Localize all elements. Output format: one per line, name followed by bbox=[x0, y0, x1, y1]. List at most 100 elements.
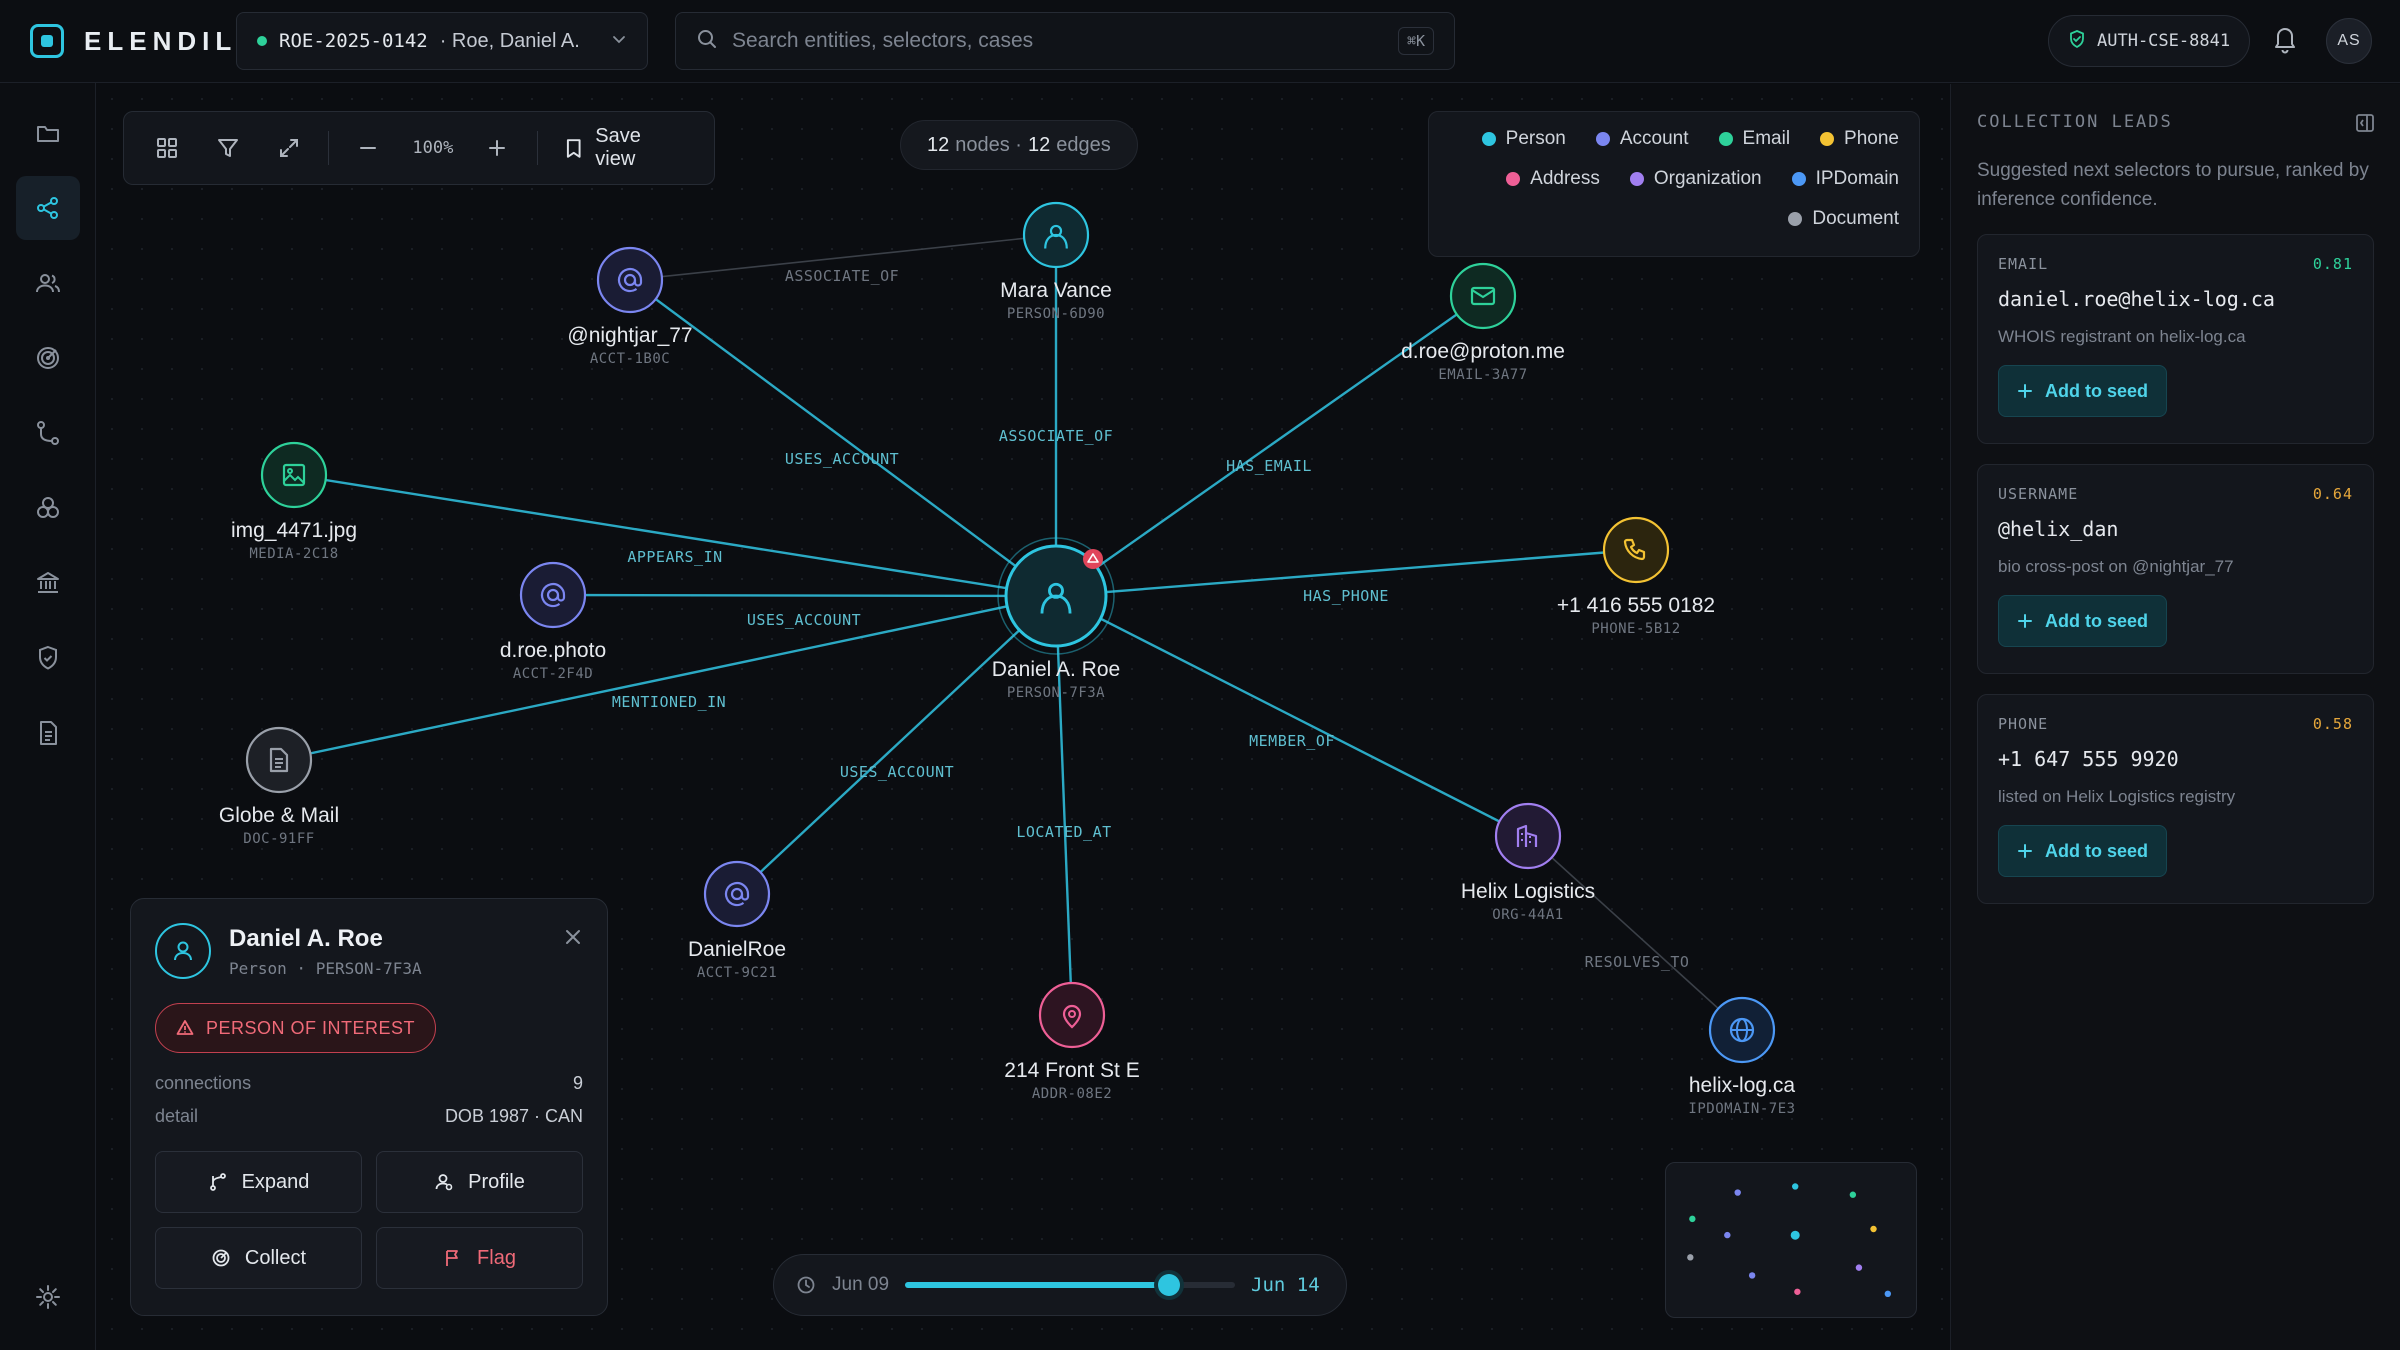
entity-card: Daniel A. Roe Person · PERSON-7F3A PERSO… bbox=[130, 898, 608, 1316]
graph-edge[interactable] bbox=[293, 473, 1057, 598]
timeline-handle[interactable] bbox=[1158, 1274, 1181, 1296]
lead-note: WHOIS registrant on helix-log.ca bbox=[1998, 327, 2246, 346]
top-bar: ELENDIL ROE-2025-0142 · Roe, Daniel A. ⌘… bbox=[0, 0, 2400, 83]
collection-leads-panel: COLLECTION LEADS Suggested next selector… bbox=[1950, 84, 2400, 1350]
user-icon bbox=[435, 1174, 453, 1191]
graph-node[interactable] bbox=[260, 441, 328, 509]
brand[interactable]: ELENDIL bbox=[30, 24, 237, 58]
user-avatar[interactable]: AS bbox=[2326, 18, 2372, 64]
case-id: ROE-2025-0142 bbox=[279, 30, 428, 52]
panel-collapse-icon[interactable] bbox=[2354, 112, 2376, 139]
brand-logo-icon bbox=[30, 24, 64, 58]
case-selector[interactable]: ROE-2025-0142 · Roe, Daniel A. bbox=[236, 12, 648, 70]
legend-item-document[interactable]: Document bbox=[1788, 206, 1899, 232]
lead-score: 0.81 bbox=[2312, 255, 2353, 273]
fit-view-button[interactable] bbox=[261, 123, 316, 173]
rail-settings[interactable] bbox=[16, 1265, 80, 1329]
rail-graph[interactable] bbox=[16, 176, 80, 240]
graph-node[interactable] bbox=[1602, 516, 1670, 584]
search-input[interactable] bbox=[732, 29, 1384, 53]
legend-item-phone[interactable]: Phone bbox=[1820, 126, 1899, 152]
node-body bbox=[260, 441, 328, 509]
graph-node[interactable] bbox=[519, 561, 587, 629]
legend-item-ipdomain[interactable]: IPDomain bbox=[1791, 166, 1899, 192]
collect-button[interactable]: Collect bbox=[155, 1227, 362, 1289]
people-icon bbox=[36, 274, 60, 293]
minimap-node bbox=[1724, 1231, 1731, 1239]
save-view-button[interactable]: Save view bbox=[550, 123, 698, 173]
graph-edge[interactable] bbox=[1527, 835, 1743, 1031]
edge-label: MEMBER_OF bbox=[1249, 732, 1335, 750]
minimap[interactable] bbox=[1665, 1162, 1917, 1318]
notifications-bell-icon[interactable] bbox=[2272, 24, 2298, 59]
node-label: img_4471.jpg MEDIA-2C18 bbox=[231, 519, 357, 562]
add-to-seed-button[interactable]: Add to seed bbox=[1998, 365, 2168, 417]
bookmark-icon bbox=[566, 139, 581, 158]
lead-card: PHONE 0.58 +1 647 555 9920 listed on Hel… bbox=[1977, 694, 2374, 904]
graph-edge[interactable] bbox=[278, 594, 1057, 762]
rail-targets[interactable] bbox=[16, 326, 80, 390]
timeline-track[interactable] bbox=[905, 1274, 1236, 1296]
node-label: d.roe.photo ACCT-2F4D bbox=[500, 639, 606, 682]
close-icon[interactable] bbox=[563, 927, 583, 953]
graph-node[interactable] bbox=[596, 246, 664, 314]
case-subject: · Roe, Daniel A. bbox=[439, 29, 580, 52]
expand-button[interactable]: Expand bbox=[155, 1151, 362, 1213]
graph-node[interactable] bbox=[997, 537, 1115, 655]
node-id: IPDOMAIN-7E3 bbox=[1688, 1101, 1796, 1117]
graph-edge[interactable] bbox=[1055, 594, 1529, 838]
profile-button[interactable]: Profile bbox=[376, 1151, 583, 1213]
graph-edge[interactable] bbox=[736, 595, 1057, 895]
rail-clusters[interactable] bbox=[16, 476, 80, 540]
legend-item-organization[interactable]: Organization bbox=[1629, 166, 1762, 192]
node-name: img_4471.jpg bbox=[230, 519, 358, 542]
zoom-in-button[interactable] bbox=[470, 123, 525, 173]
edge-label: HAS_PHONE bbox=[1303, 587, 1389, 605]
layout-button[interactable] bbox=[140, 123, 195, 173]
rail-security[interactable] bbox=[16, 626, 80, 690]
timeline-slider: Jun 09 Jun 14 bbox=[773, 1254, 1347, 1316]
graph-node[interactable] bbox=[1022, 201, 1090, 269]
graph-node[interactable] bbox=[1038, 981, 1106, 1049]
entity-name: Daniel A. Roe bbox=[229, 924, 383, 952]
legend-item-account[interactable]: Account bbox=[1595, 126, 1689, 152]
flag-button[interactable]: Flag bbox=[376, 1227, 583, 1289]
left-rail bbox=[0, 83, 96, 1350]
search-shortcut: ⌘K bbox=[1397, 27, 1434, 55]
node-name: d.roe.photo bbox=[499, 639, 607, 662]
rail-finance[interactable] bbox=[16, 551, 80, 615]
graph-node[interactable] bbox=[703, 860, 771, 928]
timeline-start: Jun 09 bbox=[832, 1274, 890, 1295]
graph-node[interactable] bbox=[245, 726, 313, 794]
document-icon bbox=[40, 721, 57, 745]
graph-edge[interactable] bbox=[552, 593, 1057, 598]
graph-node[interactable] bbox=[1708, 996, 1776, 1064]
edge-label: LOCATED_AT bbox=[1016, 823, 1112, 841]
legend-label: IPDomain bbox=[1815, 168, 1899, 189]
rail-reports[interactable] bbox=[16, 701, 80, 765]
edge-label: APPEARS_IN bbox=[627, 548, 723, 566]
legend-label: Email bbox=[1742, 128, 1791, 149]
legend-item-person[interactable]: Person bbox=[1481, 126, 1566, 152]
graph-node[interactable] bbox=[1494, 802, 1562, 870]
lead-card: USERNAME 0.64 @helix_dan bio cross-post … bbox=[1977, 464, 2374, 674]
graph-canvas[interactable]: ASSOCIATE_OF ASSOCIATE_OF USES_ACCOUNT HAS_… bbox=[97, 84, 1950, 1350]
graph-node[interactable] bbox=[1449, 262, 1517, 330]
lead-value: daniel.roe@helix-log.ca bbox=[1998, 287, 2275, 311]
rail-people[interactable] bbox=[16, 251, 80, 315]
add-to-seed-button[interactable]: Add to seed bbox=[1998, 825, 2168, 877]
add-to-seed-label: Add to seed bbox=[2045, 610, 2149, 631]
lead-type: PHONE bbox=[1998, 715, 2049, 733]
filter-button[interactable] bbox=[201, 123, 256, 173]
rail-routes[interactable] bbox=[16, 401, 80, 465]
search-icon bbox=[696, 28, 718, 55]
legend-item-email[interactable]: Email bbox=[1718, 126, 1791, 152]
plus-icon bbox=[2018, 614, 2032, 628]
auth-badge[interactable]: AUTH-CSE-8841 bbox=[2048, 15, 2250, 67]
legend-item-address[interactable]: Address bbox=[1506, 166, 1600, 192]
zoom-out-button[interactable] bbox=[341, 123, 396, 173]
plus-icon bbox=[2018, 844, 2032, 858]
add-to-seed-button[interactable]: Add to seed bbox=[1998, 595, 2168, 647]
rail-cases[interactable] bbox=[16, 101, 80, 165]
entity-detail-row: connections 9 bbox=[155, 1073, 583, 1094]
